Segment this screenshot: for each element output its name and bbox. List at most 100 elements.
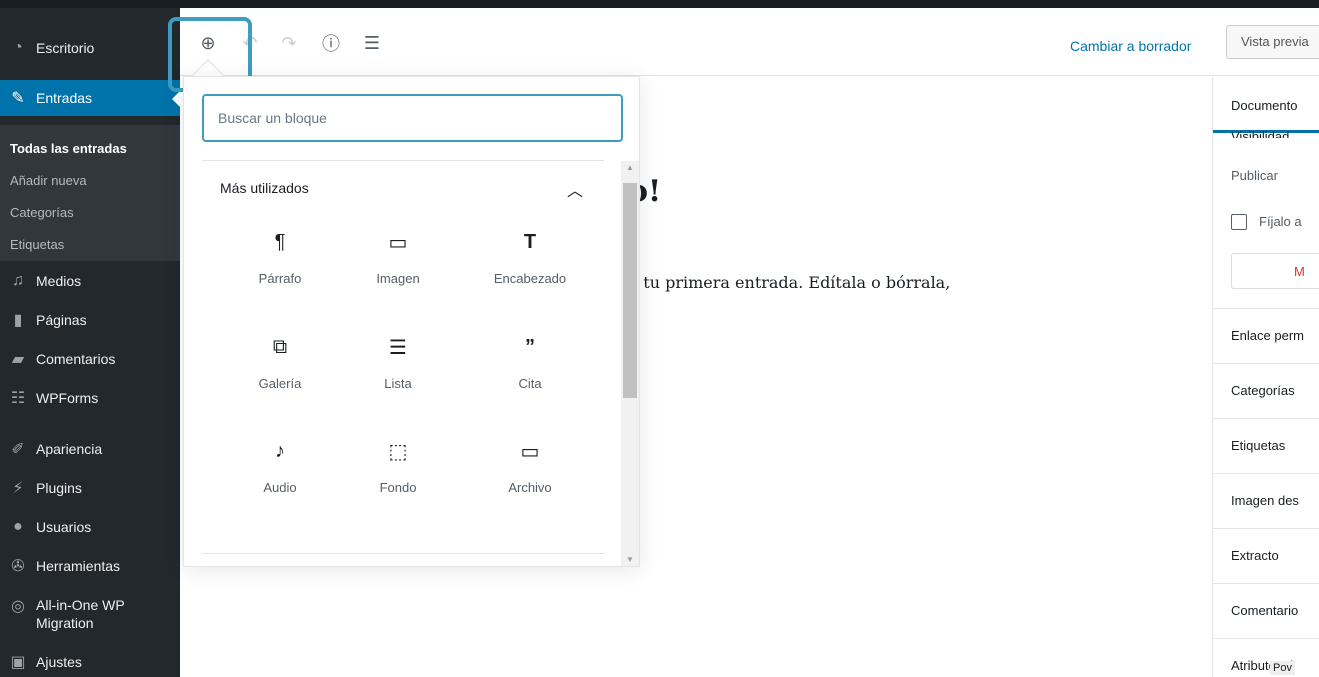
image-icon: ▭ [388,231,408,254]
block-label: Audio [263,480,297,495]
add-block-icon[interactable]: ⊕ [197,32,219,54]
submenu-todas-las-entradas[interactable]: Todas las entradas [0,133,180,165]
sidebar-item-label: Medios [36,273,82,289]
sidebar-item-label: Páginas [36,312,87,328]
publish-label: Publicar [1231,168,1278,183]
sidebar-item-entradas[interactable]: ✎ Entradas [0,80,181,116]
block-imagen[interactable]: ▭ Imagen [338,225,458,315]
divider [202,553,604,554]
visibility-label: Visibilidad [1231,129,1290,144]
switch-to-draft-button[interactable]: Cambiar a borrador [1070,38,1191,54]
panel-discussion[interactable]: Comentario [1213,583,1319,638]
block-search-input[interactable] [202,94,623,142]
panel-featured-image[interactable]: Imagen des [1213,473,1319,528]
block-galeria[interactable]: ⧉ Galería [220,330,340,420]
submenu-etiquetas[interactable]: Etiquetas [0,229,180,261]
sidebar-item-apariencia[interactable]: ✐ Apariencia [0,431,180,467]
submenu-categorias[interactable]: Categorías [0,197,180,229]
panel-permalink[interactable]: Enlace perm [1213,308,1319,363]
panel-tags[interactable]: Etiquetas [1213,418,1319,473]
list-icon: ☰ [389,336,407,359]
block-label: Encabezado [493,271,567,286]
chevron-up-icon[interactable]: ︿ [567,177,583,201]
info-icon[interactable]: ⓘ [320,32,342,54]
tools-icon: ✇ [11,558,25,575]
block-fondo[interactable]: ⬚ Fondo [338,434,458,524]
scroll-thumb[interactable] [623,183,637,398]
sidebar-item-label: All-in-One WP Migration [36,597,125,631]
sidebar-item-label: Plugins [36,480,82,496]
block-label: Párrafo [258,271,302,286]
settings-icon: ▣ [10,654,26,671]
gallery-icon: ⧉ [272,335,288,358]
scroll-down-icon[interactable]: ▼ [625,555,635,564]
panel-categories[interactable]: Categorías [1213,363,1319,418]
heading-icon: T [523,230,537,253]
sidebar-item-plugins[interactable]: ⚡ Plugins [0,470,180,506]
migration-icon: ◎ [11,598,25,615]
scrollbar[interactable]: ▲ ▼ [621,161,639,566]
file-icon: ▭ [520,440,540,463]
move-to-trash-button[interactable]: M [1231,253,1319,289]
block-parrafo[interactable]: ¶ Párrafo [220,225,340,315]
pin-icon: ✎ [11,90,25,107]
scroll-up-icon[interactable]: ▲ [625,163,635,172]
dashboard-icon: ◔ [13,39,23,56]
wpforms-icon: ☷ [10,390,26,407]
post-paragraph[interactable]: s tu primera entrada. Edítala o bórrala, [630,273,950,292]
sidebar-item-label: WPForms [36,390,99,406]
sidebar-item-escritorio[interactable]: ◔ Escritorio [0,30,180,66]
block-audio[interactable]: ♪ Audio [220,434,340,524]
sidebar-item-paginas[interactable]: ▮ Páginas [0,302,180,338]
sidebar-item-wpforms[interactable]: ☷ WPForms [0,380,180,416]
sticky-label: Fíjalo a [1259,214,1302,229]
pages-icon: ▮ [13,312,23,329]
sidebar-item-label: Apariencia [36,441,103,457]
sidebar-item-label: Herramientas [36,558,121,574]
tooltip-fragment: Pov [1270,661,1295,675]
block-lista[interactable]: ☰ Lista [338,330,458,420]
sidebar-item-all-in-one-wp-migration[interactable]: ◎ All-in-One WP Migration [0,592,180,636]
settings-sidebar: Documento Visibilidad Publicar Fíjalo a … [1212,77,1319,677]
preview-button[interactable]: Vista previa [1226,25,1319,59]
block-archivo[interactable]: ▭ Archivo [470,434,590,524]
tab-documento[interactable]: Documento [1213,77,1319,133]
sidebar-item-comentarios[interactable]: ▰ Comentarios [0,341,180,377]
admin-sidebar: ◔ Escritorio ✎ Entradas Todas las entrad… [0,8,181,677]
comments-icon: ▰ [11,351,25,368]
audio-icon: ♪ [275,439,285,462]
panel-page-attributes[interactable]: Atributos d [1213,638,1319,677]
sticky-checkbox[interactable] [1231,214,1247,230]
block-label: Cita [518,376,542,391]
sidebar-item-usuarios[interactable]: ● Usuarios [0,509,180,545]
quote-icon: ” [525,335,535,358]
block-encabezado[interactable]: T Encabezado [470,225,590,315]
users-icon: ● [13,518,23,535]
sidebar-item-label: Escritorio [36,40,95,56]
media-icon: ♫ [12,272,24,289]
paragraph-icon: ¶ [274,230,286,253]
plugins-icon: ⚡ [12,480,24,497]
undo-icon[interactable]: ↶ [239,32,261,54]
block-navigation-icon[interactable]: ☰ [361,32,383,54]
sidebar-item-label: Usuarios [36,519,92,535]
block-label: Archivo [508,480,552,495]
submenu-anadir-nueva[interactable]: Añadir nueva [0,165,180,197]
appearance-icon: ✐ [11,441,25,458]
sidebar-item-label: Entradas [36,90,93,106]
redo-icon[interactable]: ↷ [278,32,300,54]
cover-icon: ⬚ [388,440,408,463]
top-bar [0,0,1319,8]
section-title: Más utilizados [220,180,309,196]
panel-excerpt[interactable]: Extracto [1213,528,1319,583]
sidebar-item-label: Ajustes [36,654,82,670]
sidebar-item-ajustes[interactable]: ▣ Ajustes [0,644,180,677]
block-label: Imagen [376,271,420,286]
sidebar-item-label: Comentarios [36,351,116,367]
sidebar-item-medios[interactable]: ♫ Medios [0,263,180,299]
block-cita[interactable]: ” Cita [470,330,590,420]
entradas-submenu: Todas las entradas Añadir nueva Categorí… [0,125,180,261]
sidebar-item-herramientas[interactable]: ✇ Herramientas [0,548,180,584]
block-label: Lista [384,376,412,391]
block-label: Galería [258,376,302,391]
